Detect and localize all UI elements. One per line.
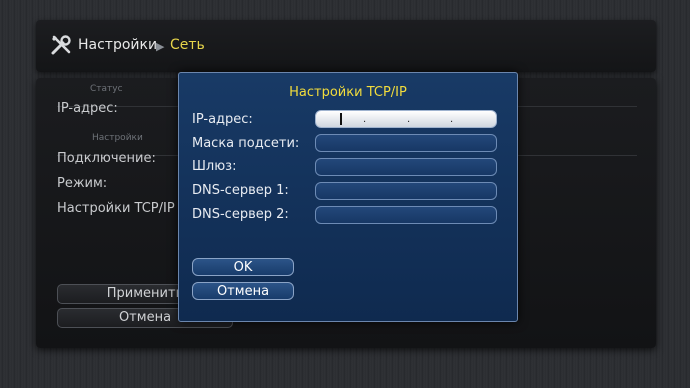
tcpip-settings-label[interactable]: Настройки TCP/IP bbox=[57, 201, 175, 216]
dns1-input[interactable] bbox=[315, 182, 497, 200]
gateway-label: Шлюз: bbox=[192, 159, 237, 174]
ip-octet-separator: . bbox=[407, 114, 411, 125]
subnet-mask-label: Маска подсети: bbox=[192, 136, 300, 151]
breadcrumb-current: Сеть bbox=[170, 37, 205, 53]
ip-address-field-label: IP-адрес: bbox=[192, 112, 253, 127]
header-bar: Настройки ▶ Сеть bbox=[36, 20, 656, 72]
ip-address-label: IP-адрес: bbox=[57, 101, 118, 116]
dns1-label: DNS-сервер 1: bbox=[192, 183, 289, 198]
ok-button[interactable]: OK bbox=[192, 258, 294, 276]
dns2-label: DNS-сервер 2: bbox=[192, 207, 289, 222]
breadcrumb-root[interactable]: Настройки bbox=[78, 37, 157, 53]
dns2-input[interactable] bbox=[315, 206, 497, 224]
tcpip-settings-dialog: Настройки TCP/IP IP-адрес: . . . Маска п… bbox=[178, 72, 518, 322]
settings-section-label: Настройки bbox=[92, 133, 143, 143]
gateway-input[interactable] bbox=[315, 158, 497, 176]
mode-label: Режим: bbox=[57, 176, 108, 191]
connection-label: Подключение: bbox=[57, 151, 156, 166]
ip-octet-separator: . bbox=[450, 114, 454, 125]
status-section-label: Статус bbox=[90, 84, 123, 94]
triangle-right-icon: ▶ bbox=[156, 40, 165, 53]
subnet-mask-input[interactable] bbox=[315, 134, 497, 152]
ip-octet-separator: . bbox=[363, 114, 367, 125]
ip-address-input[interactable]: . . . bbox=[315, 110, 497, 128]
wrench-screwdriver-icon bbox=[51, 35, 71, 55]
text-cursor bbox=[340, 113, 342, 125]
dialog-cancel-button[interactable]: Отмена bbox=[192, 282, 294, 300]
dialog-title: Настройки TCP/IP bbox=[289, 85, 407, 100]
